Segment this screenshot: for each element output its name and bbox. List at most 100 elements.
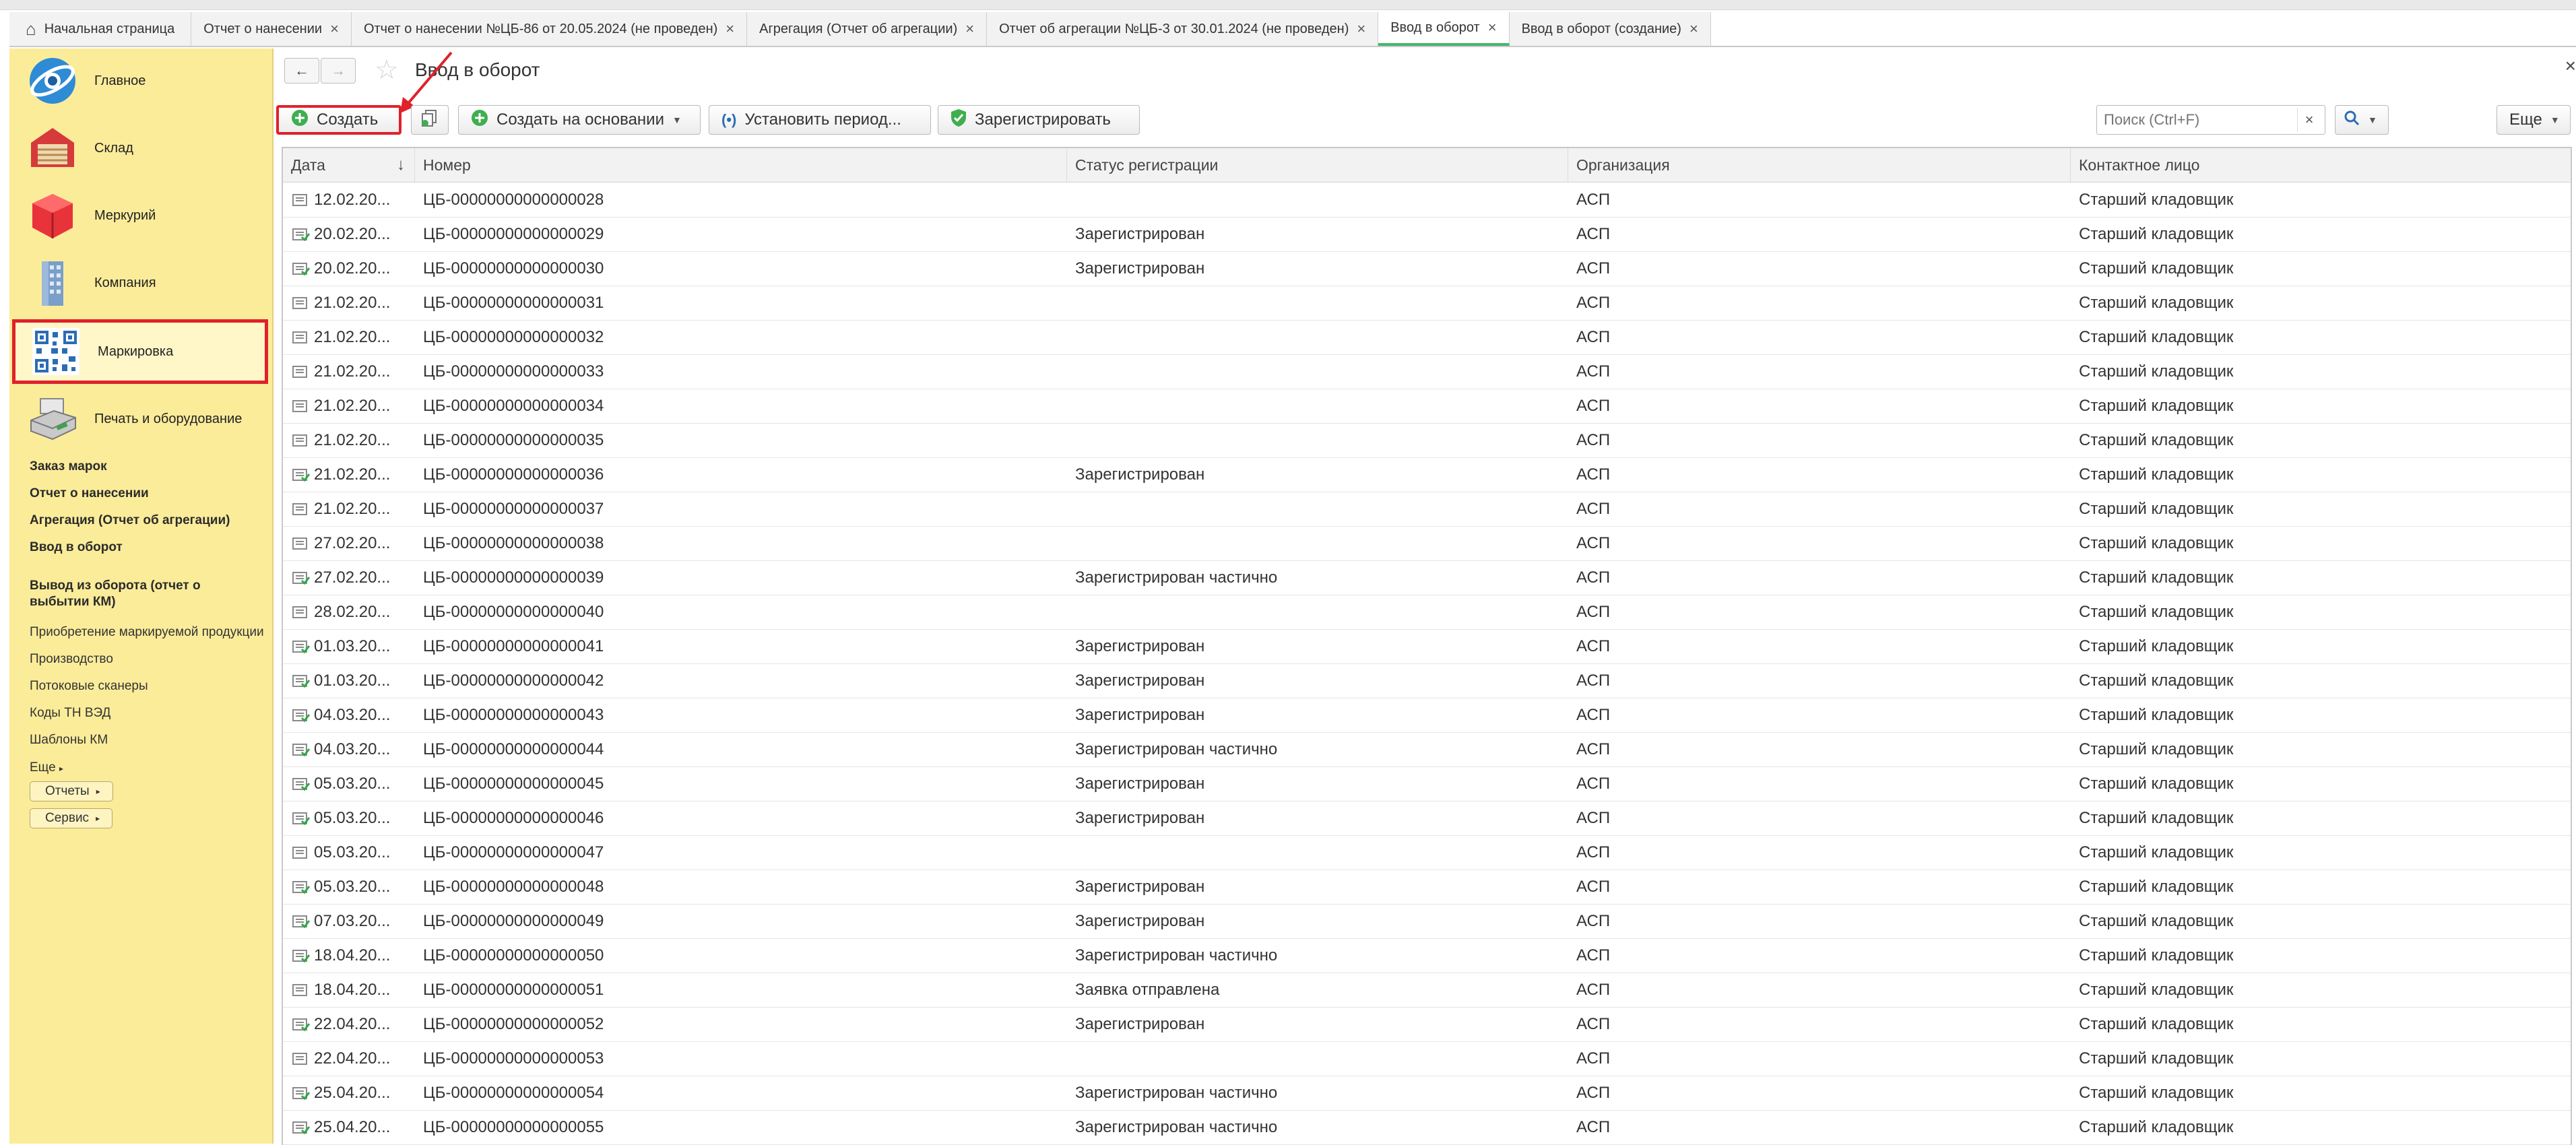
cell-status	[1067, 835, 1568, 870]
close-tab-icon[interactable]: ×	[726, 20, 734, 38]
close-tab-icon[interactable]: ×	[1689, 20, 1698, 38]
cell-status	[1067, 423, 1568, 457]
close-tab-icon[interactable]: ×	[330, 20, 339, 38]
copy-button[interactable]	[411, 105, 449, 135]
table-row[interactable]: 28.02.20... ЦБ-00000000000000040 АСП Старши…	[283, 595, 2571, 630]
tab-0[interactable]: ⌂ Начальная страница	[9, 12, 192, 46]
create-button[interactable]: Создать	[276, 105, 401, 135]
cell-status: Зарегистрирован	[1075, 1014, 1205, 1033]
table-row[interactable]: 22.04.20... ЦБ-00000000000000053 АСП Старши…	[283, 1041, 2571, 1076]
table-row[interactable]: 21.02.20... ЦБ-00000000000000031 АСП Старши…	[283, 286, 2571, 321]
cell-org: АСП	[1576, 430, 1611, 449]
section-company[interactable]: Компания	[9, 251, 272, 315]
section-warehouse[interactable]: Склад	[9, 116, 272, 181]
chevron-down-icon: ▼	[2368, 115, 2377, 125]
cell-status	[1067, 183, 1568, 217]
tab-3[interactable]: Агрегация (Отчет об агрегации) ×	[747, 12, 988, 46]
cell-status: Зарегистрирован	[1075, 705, 1205, 724]
column-number[interactable]: Номер	[415, 148, 1067, 182]
table-row[interactable]: 21.02.20... ЦБ-00000000000000037 АСП Старши…	[283, 492, 2571, 527]
table-row[interactable]: 27.02.20... ЦБ-00000000000000039 Зарегистр…	[283, 560, 2571, 595]
set-period-button[interactable]: (•) Установить период...	[709, 105, 931, 135]
forward-button[interactable]: →	[321, 58, 356, 84]
cell-org: АСП	[1576, 1049, 1611, 1068]
reports-button[interactable]: Отчеты ▸	[30, 781, 113, 802]
table-row[interactable]: 21.02.20... ЦБ-00000000000000034 АСП Старши…	[283, 389, 2571, 424]
sidebar-more-link[interactable]: Еще ▸	[30, 760, 63, 775]
table-row[interactable]: 07.03.20... ЦБ-00000000000000049 Зарегистр…	[283, 904, 2571, 939]
section-company-label: Компания	[94, 275, 156, 290]
search-button[interactable]: ▼	[2335, 105, 2389, 135]
building-icon	[26, 256, 79, 310]
sidebar-link-0[interactable]: Заказ марок	[30, 459, 107, 474]
table-row[interactable]: 05.03.20... ЦБ-00000000000000045 Зарегистр…	[283, 766, 2571, 802]
table-row[interactable]: 21.02.20... ЦБ-00000000000000035 АСП Старши…	[283, 423, 2571, 458]
sidebar-link-2[interactable]: Агрегация (Отчет об агрегации)	[30, 513, 230, 528]
table-row[interactable]: 01.03.20... ЦБ-00000000000000041 Зарегистр…	[283, 629, 2571, 664]
cell-org: АСП	[1576, 980, 1611, 999]
sidebar-link-5[interactable]: Приобретение маркируемой продукции	[30, 625, 264, 640]
tab-1[interactable]: Отчет о нанесении ×	[191, 12, 352, 46]
close-tab-icon[interactable]: ×	[965, 20, 974, 38]
table-row[interactable]: 27.02.20... ЦБ-00000000000000038 АСП Старши…	[283, 526, 2571, 561]
mercury-box-icon	[26, 189, 79, 242]
printer-icon	[26, 392, 79, 446]
service-button[interactable]: Сервис ▸	[30, 808, 113, 828]
table-row[interactable]: 04.03.20... ЦБ-00000000000000044 Зарегистр…	[283, 732, 2571, 767]
close-tab-icon[interactable]: ×	[1357, 20, 1365, 38]
more-button[interactable]: Еще ▼	[2497, 105, 2571, 135]
table-row[interactable]: 21.02.20... ЦБ-00000000000000032 АСП Старши…	[283, 320, 2571, 355]
tab-6[interactable]: Ввод в оборот (создание) ×	[1509, 12, 1711, 46]
clear-search-icon[interactable]: ×	[2297, 108, 2321, 132]
table-row[interactable]: 05.03.20... ЦБ-00000000000000046 Зарегистр…	[283, 801, 2571, 836]
column-date[interactable]: Дата ↓	[283, 148, 415, 182]
table-row[interactable]: 21.02.20... ЦБ-00000000000000036 Зарегистр…	[283, 457, 2571, 492]
table-row[interactable]: 22.04.20... ЦБ-00000000000000052 Зарегистр…	[283, 1007, 2571, 1042]
column-status[interactable]: Статус регистрации	[1067, 148, 1568, 182]
tab-label: Ввод в оборот	[1390, 20, 1480, 35]
close-tab-icon[interactable]: ×	[1488, 19, 1497, 36]
cell-date: 21.02.20...	[314, 465, 391, 484]
search-input[interactable]	[2096, 105, 2325, 135]
create-based-on-button[interactable]: Создать на основании ▼	[458, 105, 701, 135]
section-main[interactable]: Главное	[9, 48, 272, 113]
column-organization[interactable]: Организация	[1568, 148, 2071, 182]
sidebar-link-7[interactable]: Потоковые сканеры	[30, 679, 148, 694]
table-row[interactable]: 25.04.20... ЦБ-00000000000000055 Зарегистр…	[283, 1110, 2571, 1145]
table-row[interactable]: 18.04.20... ЦБ-00000000000000051 Заявка от…	[283, 973, 2571, 1008]
section-mercury[interactable]: Меркурий	[9, 183, 272, 248]
service-label: Сервис	[45, 811, 90, 825]
tab-5[interactable]: Ввод в оборот ×	[1378, 12, 1510, 46]
table-row[interactable]: 20.02.20... ЦБ-00000000000000030 Зарегистр…	[283, 251, 2571, 286]
tab-2[interactable]: Отчет о нанесении №ЦБ-86 от 20.05.2024 (…	[351, 12, 748, 46]
table-row[interactable]: 21.02.20... ЦБ-00000000000000033 АСП Старши…	[283, 354, 2571, 389]
table-row[interactable]: 18.04.20... ЦБ-00000000000000050 Зарегистр…	[283, 938, 2571, 973]
table-row[interactable]: 05.03.20... ЦБ-00000000000000047 АСП Старши…	[283, 835, 2571, 870]
column-contact[interactable]: Контактное лицо	[2071, 148, 2571, 182]
sidebar-link-8[interactable]: Коды ТН ВЭД	[30, 706, 110, 721]
section-print[interactable]: Печать и оборудование	[9, 387, 272, 451]
table-row[interactable]: 04.03.20... ЦБ-00000000000000043 Зарегистр…	[283, 698, 2571, 733]
cell-org: АСП	[1576, 740, 1611, 758]
sidebar-link-3[interactable]: Ввод в оборот	[30, 540, 123, 555]
cell-status: Зарегистрирован	[1075, 671, 1205, 690]
close-icon[interactable]: ×	[2565, 55, 2576, 77]
register-button[interactable]: Зарегистрировать	[938, 105, 1140, 135]
tab-label: Ввод в оборот (создание)	[1521, 21, 1681, 36]
tab-4[interactable]: Отчет об агрегации №ЦБ-3 от 30.01.2024 (…	[987, 12, 1379, 46]
table-row[interactable]: 20.02.20... ЦБ-00000000000000029 Зарегистр…	[283, 217, 2571, 252]
section-marking[interactable]: Маркировка	[12, 319, 268, 384]
table-row[interactable]: 01.03.20... ЦБ-00000000000000042 Зарегистр…	[283, 663, 2571, 698]
back-button[interactable]: ←	[284, 58, 319, 84]
sidebar-link-4[interactable]: Вывод из оборота (отчет о выбытии КМ)	[30, 578, 245, 610]
sidebar-link-1[interactable]: Отчет о нанесении	[30, 486, 149, 501]
sidebar-link-9[interactable]: Шаблоны КМ	[30, 733, 108, 748]
table-row[interactable]: 05.03.20... ЦБ-00000000000000048 Зарегистр…	[283, 870, 2571, 905]
cell-status	[1067, 1041, 1568, 1076]
table-row[interactable]: 12.02.20... ЦБ-00000000000000028 АСП Старши…	[283, 183, 2571, 218]
table-row[interactable]: 25.04.20... ЦБ-00000000000000054 Зарегистр…	[283, 1076, 2571, 1111]
cell-status	[1067, 389, 1568, 423]
sidebar-link-6[interactable]: Производство	[30, 652, 113, 667]
home-icon: ⌂	[26, 18, 36, 39]
cell-contact: Старший кладовщик	[2079, 980, 2234, 999]
